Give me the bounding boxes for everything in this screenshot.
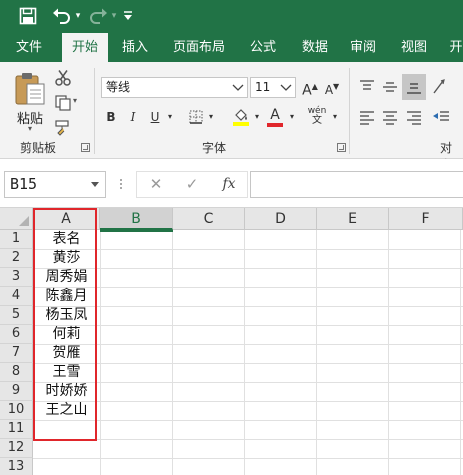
clipboard-launcher-icon[interactable] xyxy=(81,143,90,152)
font-size-select[interactable]: 11 xyxy=(250,77,296,98)
row-header[interactable]: 7 xyxy=(0,344,33,363)
ribbon-tabs: 文件 开始 插入 页面布局 公式 数据 审阅 视图 开 xyxy=(0,33,463,62)
insert-function-icon[interactable]: fx xyxy=(215,172,243,197)
quick-access-toolbar: ▾ ▾ xyxy=(0,0,463,33)
row-header[interactable]: 10 xyxy=(0,401,33,420)
row-header[interactable]: 12 xyxy=(0,439,33,458)
tab-view[interactable]: 视图 xyxy=(391,33,437,62)
save-icon[interactable] xyxy=(16,5,40,27)
row-header[interactable]: 6 xyxy=(0,325,33,344)
cell-a12[interactable] xyxy=(33,439,100,458)
redo-dropdown-icon[interactable]: ▾ xyxy=(109,5,119,27)
chevron-down-icon xyxy=(280,84,292,91)
cut-icon[interactable] xyxy=(52,68,74,88)
shrink-font-label: A xyxy=(324,83,334,97)
tab-developer[interactable]: 开 xyxy=(446,33,463,62)
font-color-swatch xyxy=(267,123,283,127)
undo-icon[interactable] xyxy=(50,5,74,27)
tab-formulas[interactable]: 公式 xyxy=(240,33,286,62)
font-color-button[interactable]: A xyxy=(266,106,288,128)
highlight-annotation xyxy=(33,208,97,441)
paste-button[interactable]: 粘贴 ▾ xyxy=(10,68,50,138)
align-top-icon[interactable] xyxy=(357,76,377,98)
row-header[interactable]: 13 xyxy=(0,458,33,475)
tab-data[interactable]: 数据 xyxy=(292,33,338,62)
selected-column-indicator xyxy=(100,230,173,234)
shrink-font-button[interactable]: A▼ xyxy=(322,76,342,98)
paste-icon xyxy=(15,73,45,105)
format-painter-icon[interactable] xyxy=(52,118,74,138)
undo-dropdown-icon[interactable]: ▾ xyxy=(73,5,83,27)
customize-qat-icon[interactable] xyxy=(120,5,136,27)
tab-page-layout[interactable]: 页面布局 xyxy=(168,33,230,62)
row-header[interactable]: 5 xyxy=(0,306,33,325)
align-left-icon[interactable] xyxy=(357,106,377,128)
font-size-value: 11 xyxy=(255,80,271,94)
enter-icon[interactable]: ✓ xyxy=(179,172,205,197)
borders-icon[interactable] xyxy=(189,110,203,124)
column-header-c[interactable]: C xyxy=(173,208,245,230)
clipboard-group-label: 剪贴板 xyxy=(20,141,57,155)
grow-font-button[interactable]: A▲ xyxy=(300,76,320,99)
copy-dropdown-icon: ▾ xyxy=(73,96,78,105)
formula-bar: B15 ✕ ✓ fx xyxy=(0,159,463,208)
row-header[interactable]: 3 xyxy=(0,268,33,287)
chevron-down-icon xyxy=(91,182,99,187)
font-color-letter: A xyxy=(270,107,280,123)
redo-icon[interactable] xyxy=(86,5,110,27)
italic-button[interactable]: I xyxy=(123,106,143,128)
formula-actions: ✕ ✓ fx xyxy=(136,171,248,198)
align-right-icon[interactable] xyxy=(404,106,424,128)
underline-dropdown-icon[interactable]: ▾ xyxy=(164,106,176,128)
group-separator xyxy=(349,68,350,154)
fill-color-icon[interactable] xyxy=(232,106,252,128)
row-header[interactable]: 11 xyxy=(0,420,33,439)
font-group-label: 字体 xyxy=(202,141,227,155)
row-header[interactable]: 4 xyxy=(0,287,33,306)
phonetic-guide-button[interactable]: wén 文 xyxy=(306,106,330,128)
fill-color-dropdown-icon[interactable]: ▾ xyxy=(252,106,262,128)
column-header-d[interactable]: D xyxy=(245,208,317,230)
font-name-select[interactable]: 等线 xyxy=(101,77,248,98)
decrease-indent-icon[interactable] xyxy=(430,106,452,128)
select-all-button[interactable] xyxy=(0,208,33,230)
tab-review[interactable]: 审阅 xyxy=(340,33,386,62)
group-separator xyxy=(94,68,95,154)
cell-a13[interactable] xyxy=(33,458,100,475)
font-name-value: 等线 xyxy=(106,80,131,94)
row-header[interactable]: 2 xyxy=(0,249,33,268)
phonetic-icon: 文 xyxy=(312,115,322,126)
tab-home[interactable]: 开始 xyxy=(62,33,108,62)
cancel-icon[interactable]: ✕ xyxy=(143,172,169,197)
align-bottom-icon[interactable] xyxy=(402,74,426,100)
orientation-icon[interactable] xyxy=(430,76,452,98)
grow-font-label: A xyxy=(302,82,312,99)
bold-button[interactable]: B xyxy=(101,106,121,128)
tab-insert[interactable]: 插入 xyxy=(112,33,158,62)
borders-dropdown-icon[interactable]: ▾ xyxy=(205,106,217,128)
chevron-down-icon xyxy=(232,84,244,91)
row-header[interactable]: 9 xyxy=(0,382,33,401)
column-header-f[interactable]: F xyxy=(389,208,463,230)
formula-input[interactable] xyxy=(250,171,463,198)
row-header[interactable]: 8 xyxy=(0,363,33,382)
column-header-b[interactable]: B xyxy=(100,208,173,230)
formula-bar-grip[interactable] xyxy=(119,177,123,193)
tab-file[interactable]: 文件 xyxy=(6,33,52,62)
copy-icon[interactable]: ▾ xyxy=(52,93,82,113)
phonetic-dropdown-icon[interactable]: ▾ xyxy=(330,106,340,128)
align-center-icon[interactable] xyxy=(380,106,400,128)
font-launcher-icon[interactable] xyxy=(337,143,346,152)
row-header[interactable]: 1 xyxy=(0,230,33,249)
underline-button[interactable]: U xyxy=(146,106,164,128)
name-box[interactable]: B15 xyxy=(4,171,106,198)
paste-dropdown-icon: ▾ xyxy=(27,124,32,133)
worksheet-grid: A B C D E F 1 2 3 4 5 6 7 8 9 10 11 12 1… xyxy=(0,208,463,475)
ribbon-home: 粘贴 ▾ ▾ 剪贴板 等线 11 A▲ A▼ B I U ▾ ▾ ▾ A ▾ w… xyxy=(0,62,463,172)
align-middle-icon[interactable] xyxy=(380,76,400,98)
font-color-dropdown-icon[interactable]: ▾ xyxy=(287,106,297,128)
column-header-e[interactable]: E xyxy=(317,208,389,230)
name-box-value: B15 xyxy=(10,175,38,193)
